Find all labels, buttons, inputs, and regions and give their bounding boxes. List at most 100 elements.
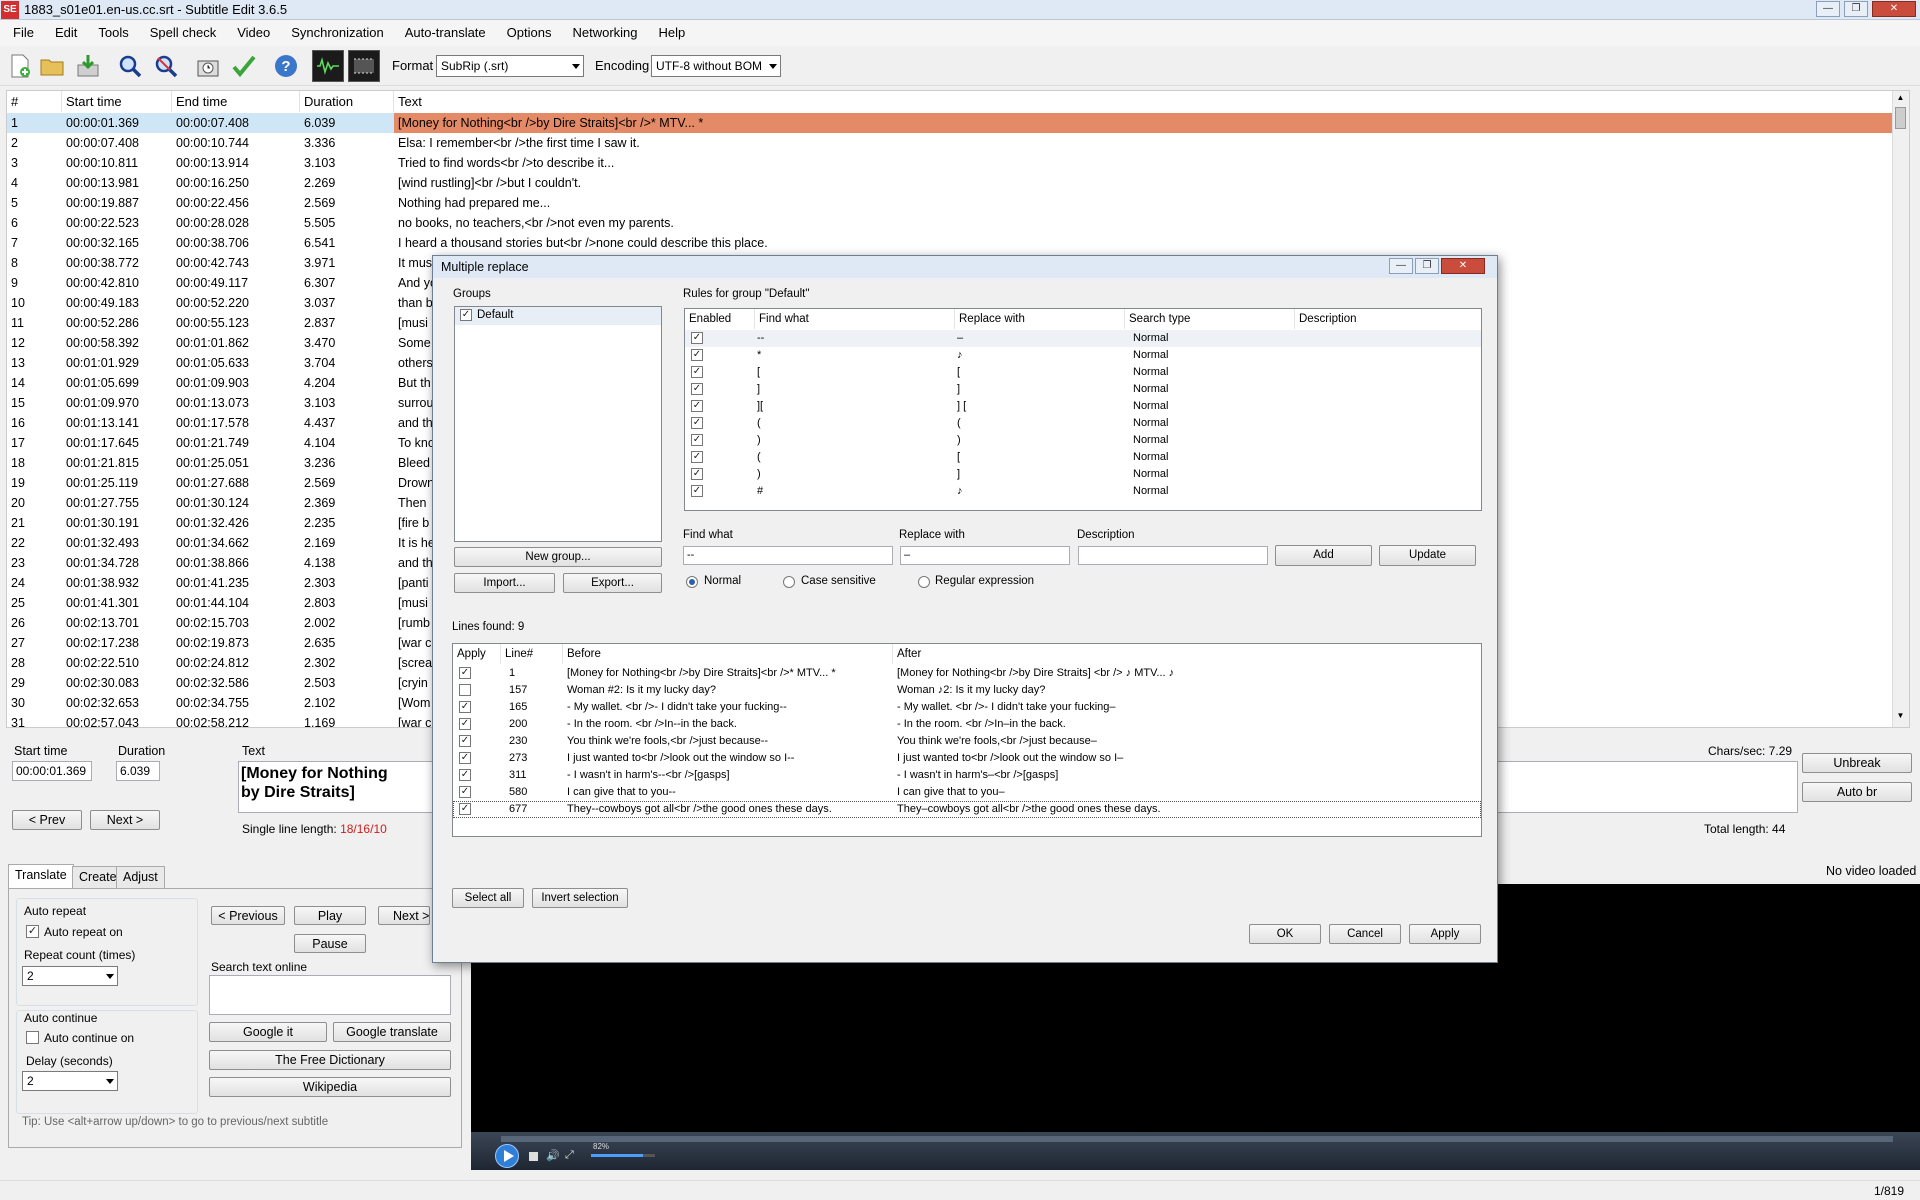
auto-br-button[interactable]: Auto br — [1802, 782, 1912, 802]
invert-selection-button[interactable]: Invert selection — [532, 888, 628, 908]
rule-row[interactable]: ✓ ((Normal — [685, 415, 1481, 432]
next-button[interactable]: Next > — [90, 810, 160, 830]
column-header-number[interactable]: # — [7, 91, 62, 112]
encoding-select[interactable]: UTF-8 without BOM — [651, 55, 781, 77]
results-list[interactable]: Apply Line# Before After ✓ 1 [Money for No… — [452, 643, 1482, 837]
rule-row[interactable]: ✓ -- – Normal — [685, 330, 1481, 347]
prev-button[interactable]: < Prev — [12, 810, 82, 830]
result-row[interactable]: ✓ 580 I can give that to you-- I can give t… — [453, 784, 1481, 801]
rule-enabled-checkbox[interactable]: ✓ — [691, 468, 703, 480]
rules-header-description[interactable]: Description — [1295, 309, 1481, 329]
pause-button[interactable]: Pause — [294, 934, 366, 953]
delay-select[interactable]: 2 — [22, 1071, 118, 1091]
menu-item-auto-translate[interactable]: Auto-translate — [397, 20, 494, 40]
menu-item-video[interactable]: Video — [229, 20, 278, 40]
menu-item-help[interactable]: Help — [651, 20, 694, 40]
select-all-button[interactable]: Select all — [452, 888, 524, 908]
scroll-up-icon[interactable]: ▲ — [1895, 93, 1906, 105]
column-header-text[interactable]: Text — [394, 91, 1894, 112]
rule-enabled-checkbox[interactable]: ✓ — [691, 451, 703, 463]
start-time-input[interactable]: 00:00:01.369 — [12, 761, 92, 781]
format-select[interactable]: SubRip (.srt) — [436, 55, 584, 77]
result-row[interactable]: ✓ 200 - In the room. <br />In--in the back… — [453, 716, 1481, 733]
import-button[interactable]: Import... — [454, 573, 555, 593]
seek-bar[interactable] — [501, 1136, 1893, 1142]
maximize-icon[interactable]: ❐ — [1844, 1, 1868, 17]
group-item-default[interactable]: ✓ Default — [455, 307, 661, 325]
save-icon[interactable] — [72, 50, 104, 82]
dialog-maximize-icon[interactable]: ❐ — [1415, 258, 1439, 274]
volume-icon[interactable]: 🔊 — [546, 1149, 560, 1162]
menu-item-spell-check[interactable]: Spell check — [142, 20, 224, 40]
apply-checkbox[interactable]: ✓ — [459, 752, 471, 764]
fullscreen-icon[interactable]: ⤢ — [565, 1149, 574, 1162]
grid-scrollbar[interactable]: ▲ ▼ — [1892, 91, 1909, 727]
apply-checkbox[interactable]: ✓ — [459, 735, 471, 747]
cancel-button[interactable]: Cancel — [1329, 924, 1401, 944]
find-what-input[interactable]: -- — [683, 546, 893, 565]
rule-enabled-checkbox[interactable]: ✓ — [691, 417, 703, 429]
apply-checkbox[interactable]: ✓ — [459, 701, 471, 713]
table-row[interactable]: 2 00:00:07.408 00:00:10.744 3.336 Elsa: I re… — [7, 133, 1902, 153]
menu-item-options[interactable]: Options — [499, 20, 560, 40]
results-header-before[interactable]: Before — [563, 644, 893, 664]
auto-continue-checkbox[interactable] — [26, 1031, 39, 1044]
rules-list[interactable]: Enabled Find what Replace with Search ty… — [684, 308, 1482, 511]
visual-sync-icon[interactable] — [192, 50, 224, 82]
stop-icon[interactable] — [529, 1152, 538, 1161]
column-header-start[interactable]: Start time — [62, 91, 172, 112]
rule-row[interactable]: ✓ [[Normal — [685, 364, 1481, 381]
search-online-input[interactable] — [209, 975, 451, 1015]
menu-item-file[interactable]: File — [5, 20, 42, 40]
rule-enabled-checkbox[interactable]: ✓ — [691, 434, 703, 446]
rule-row[interactable]: ✓)) Normal — [685, 432, 1481, 449]
minimize-icon[interactable]: — — [1816, 1, 1840, 17]
apply-checkbox[interactable]: ✓ — [459, 769, 471, 781]
replace-icon[interactable] — [150, 50, 182, 82]
rule-row[interactable]: ✓)] Normal — [685, 466, 1481, 483]
video-icon[interactable] — [348, 50, 380, 82]
rule-row[interactable]: ✓ ([Normal — [685, 449, 1481, 466]
table-row[interactable]: 3 00:00:10.811 00:00:13.914 3.103 Tried to f… — [7, 153, 1902, 173]
unbreak-button[interactable]: Unbreak — [1802, 753, 1912, 773]
menu-item-edit[interactable]: Edit — [47, 20, 85, 40]
groups-list[interactable]: ✓ Default — [454, 306, 662, 542]
tab-adjust[interactable]: Adjust — [116, 866, 165, 888]
table-row[interactable]: 1 00:00:01.369 00:00:07.408 6.039 [Money for… — [7, 113, 1902, 133]
menu-item-tools[interactable]: Tools — [90, 20, 136, 40]
add-rule-button[interactable]: Add — [1275, 545, 1372, 566]
case-sensitive-radio[interactable] — [783, 576, 795, 588]
wikipedia-button[interactable]: Wikipedia — [209, 1077, 451, 1097]
result-row[interactable]: ✓ 1 [Money for Nothing<br />by Dire Strait… — [453, 665, 1481, 682]
close-icon[interactable]: ✕ — [1872, 1, 1916, 17]
apply-checkbox[interactable]: ✓ — [459, 718, 471, 730]
scroll-down-icon[interactable]: ▼ — [1895, 711, 1906, 723]
new-group-button[interactable]: New group... — [454, 547, 662, 567]
rule-enabled-checkbox[interactable]: ✓ — [691, 366, 703, 378]
rule-enabled-checkbox[interactable]: ✓ — [691, 349, 703, 361]
rule-row[interactable]: ✓ * ♪ Normal — [685, 347, 1481, 364]
result-row[interactable]: ✓ 273 I just wanted to<br />look out the w… — [453, 750, 1481, 767]
menu-item-synchronization[interactable]: Synchronization — [283, 20, 392, 40]
rule-row[interactable]: ✓ # ♪ Normal — [685, 483, 1481, 500]
apply-checkbox[interactable]: ✓ — [459, 803, 471, 815]
apply-checkbox[interactable]: ✓ — [459, 786, 471, 798]
normal-radio[interactable] — [686, 576, 698, 588]
new-file-icon[interactable] — [4, 50, 36, 82]
play-button[interactable]: Play — [294, 906, 366, 925]
column-header-end[interactable]: End time — [172, 91, 300, 112]
rules-header-search-type[interactable]: Search type — [1125, 309, 1295, 329]
result-row[interactable]: 157 Woman #2: Is it my lucky day? Woman ♪2… — [453, 682, 1481, 699]
volume-slider[interactable] — [591, 1154, 655, 1157]
repeat-count-select[interactable]: 2 — [22, 966, 118, 986]
play-icon[interactable] — [495, 1144, 519, 1168]
rule-row[interactable]: ✓]] Normal — [685, 381, 1481, 398]
table-row[interactable]: 5 00:00:19.887 00:00:22.456 2.569 Nothing ha… — [7, 193, 1902, 213]
rule-enabled-checkbox[interactable]: ✓ — [691, 485, 703, 497]
results-header-line[interactable]: Line# — [501, 644, 563, 664]
previous-button[interactable]: < Previous — [211, 906, 285, 925]
waveform-icon[interactable] — [312, 50, 344, 82]
rules-header-find[interactable]: Find what — [755, 309, 955, 329]
tab-translate[interactable]: Translate — [8, 864, 74, 888]
google-it-button[interactable]: Google it — [209, 1022, 327, 1042]
